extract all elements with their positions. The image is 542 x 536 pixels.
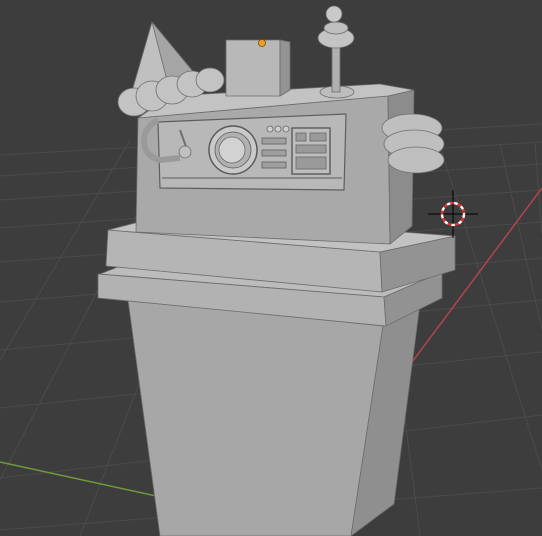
antenna-top-ball [325,5,343,23]
gauge-dome [218,136,246,164]
viewport-canvas[interactable] [0,0,542,536]
side-coil [381,113,445,174]
antenna-mid [323,21,349,35]
vent-slots [261,137,287,169]
gonk-droid-mesh[interactable] [97,5,456,536]
display-segments [295,132,327,170]
lever-knob [178,145,192,159]
3d-viewport[interactable] [0,0,542,536]
origin-marker[interactable] [258,39,266,47]
antenna-stem [331,45,341,93]
top-cube-side [279,39,291,97]
indicator-dots [266,125,290,133]
top-cube-front [225,39,281,97]
lower-body-front [127,299,384,536]
